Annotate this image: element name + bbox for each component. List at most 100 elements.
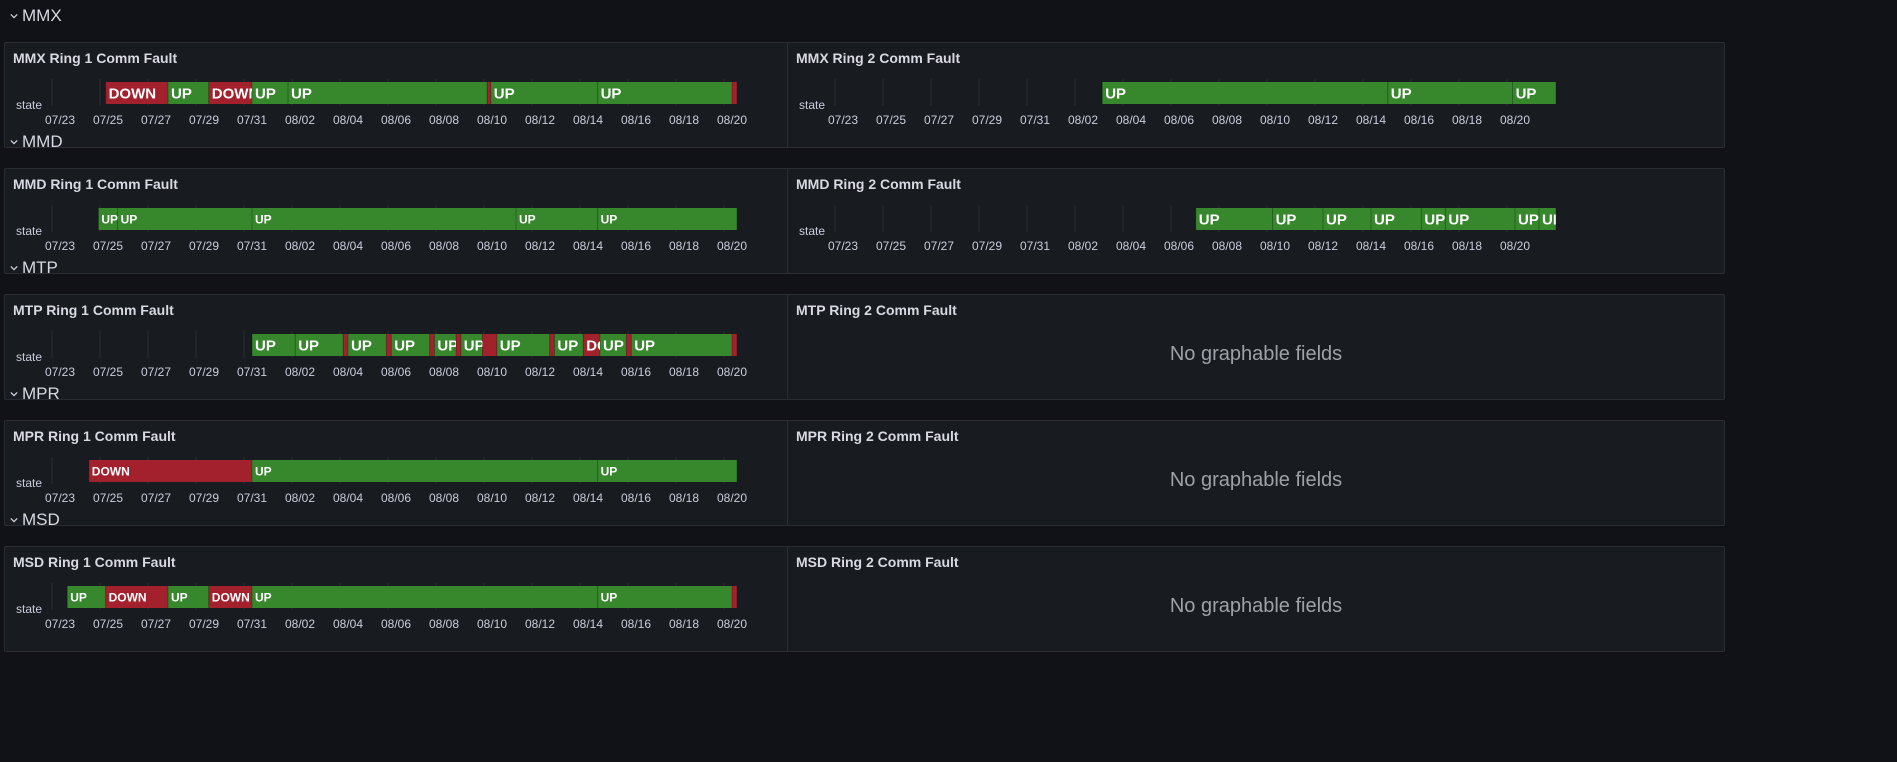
state-segment-up[interactable] [287,82,488,104]
x-tick-label: 08/04 [333,491,363,505]
segment-bar [1102,82,1388,104]
x-tick-label: 08/08 [429,365,459,379]
x-tick-label: 08/18 [669,491,699,505]
panel-title[interactable]: MPR Ring 2 Comm Fault [796,428,959,444]
state-segment-down[interactable] [486,82,491,104]
panel-title[interactable]: MMD Ring 1 Comm Fault [13,176,178,192]
x-tick-label: 08/10 [477,113,507,127]
panel-title[interactable]: MPR Ring 1 Comm Fault [13,428,176,444]
x-tick-label: 07/23 [45,239,75,253]
segment-label: DOWN [212,591,250,605]
panel-title[interactable]: MMX Ring 2 Comm Fault [796,50,960,66]
x-tick-label: 07/25 [93,365,123,379]
x-tick-label: 07/31 [237,491,267,505]
segment-label: UP [70,591,87,605]
x-tick-label: 08/02 [285,239,315,253]
segment-bar [252,208,516,230]
panel-title[interactable]: MSD Ring 2 Comm Fault [796,554,959,570]
segment-label: DOWN [109,591,147,605]
state-segment-up[interactable] [251,586,598,608]
segment-label: UP [1448,212,1469,229]
state-segment-up[interactable] [597,460,737,482]
state-segment-down[interactable] [342,334,348,356]
state-axis-label: state [16,350,43,364]
state-segment-up[interactable] [1101,82,1388,104]
x-tick-label: 08/14 [573,491,603,505]
x-tick-label: 07/23 [45,617,75,631]
state-segment-down[interactable] [429,334,435,356]
x-tick-label: 08/14 [573,239,603,253]
segment-label: UP [255,465,272,479]
state-segment-down[interactable] [549,334,555,356]
segment-label: UP [298,338,319,355]
state-segment-up[interactable] [597,208,737,230]
segment-label: UP [255,338,276,355]
x-tick-label: 08/06 [381,365,411,379]
state-axis-label: state [799,98,826,112]
segment-bar [482,334,497,356]
x-tick-label: 07/25 [93,239,123,253]
state-segment-up[interactable] [251,460,598,482]
x-tick-label: 07/25 [876,113,906,127]
x-tick-label: 08/06 [1164,113,1194,127]
segment-label: UP [255,213,272,227]
state-segment-up[interactable] [597,586,732,608]
x-tick-label: 07/29 [189,239,219,253]
row-header-msd[interactable]: MSD [10,509,60,531]
x-tick-label: 07/29 [972,239,1002,253]
state-segment-down[interactable] [731,586,737,608]
state-segment-down[interactable] [731,334,737,356]
panel-title[interactable]: MTP Ring 1 Comm Fault [13,302,174,318]
x-tick-label: 08/02 [1068,113,1098,127]
segment-label: UP [603,338,624,355]
segment-label: UP [1199,212,1220,229]
x-tick-label: 07/25 [93,491,123,505]
panel-title[interactable]: MMX Ring 1 Comm Fault [13,50,177,66]
state-segment-up[interactable] [117,208,252,230]
x-tick-label: 07/29 [189,113,219,127]
state-segment-down[interactable] [455,334,461,356]
x-tick-label: 08/02 [285,491,315,505]
x-tick-label: 08/04 [333,617,363,631]
state-segment-down[interactable] [625,334,632,356]
x-tick-label: 07/31 [237,617,267,631]
row-header-mpr[interactable]: MPR [10,383,60,405]
row-header-mtp[interactable]: MTP [10,257,58,279]
segment-label: UP [1391,86,1412,103]
segment-label: UP [1326,212,1347,229]
panel: MPR Ring 2 Comm Fault No graphable fields [787,420,1725,526]
panel-title[interactable]: MMD Ring 2 Comm Fault [796,176,961,192]
chevron-down-icon [10,517,18,523]
state-segment-up[interactable] [251,208,516,230]
x-tick-label: 08/18 [669,239,699,253]
x-tick-label: 08/04 [333,239,363,253]
segment-label: UP [519,213,536,227]
segment-label: UP [601,465,618,479]
state-segment-down[interactable] [481,334,497,356]
segment-label: UP [601,213,618,227]
x-tick-label: 07/23 [45,491,75,505]
state-segment-down[interactable] [385,334,392,356]
x-tick-label: 07/27 [141,617,171,631]
x-tick-label: 08/02 [285,617,315,631]
state-axis-label: state [16,224,43,238]
x-tick-label: 08/04 [333,365,363,379]
x-tick-label: 08/16 [621,113,651,127]
x-tick-label: 07/23 [45,113,75,127]
panel-title[interactable]: MTP Ring 2 Comm Fault [796,302,957,318]
segment-bar [456,334,461,356]
x-tick-label: 07/27 [924,239,954,253]
x-tick-label: 08/20 [717,365,747,379]
state-segment-down[interactable] [731,82,737,104]
segment-label: UP [1374,212,1395,229]
x-tick-label: 08/16 [621,239,651,253]
x-tick-label: 07/23 [828,113,858,127]
row-header-mmd[interactable]: MMD [10,131,63,153]
row-header-mmx[interactable]: MMX [10,5,62,27]
x-tick-label: 07/31 [1020,113,1050,127]
segment-label: UP [1518,212,1539,229]
x-tick-label: 08/02 [1068,239,1098,253]
x-tick-label: 08/04 [1116,113,1146,127]
panel-title[interactable]: MSD Ring 1 Comm Fault [13,554,176,570]
segment-bar [732,82,737,104]
